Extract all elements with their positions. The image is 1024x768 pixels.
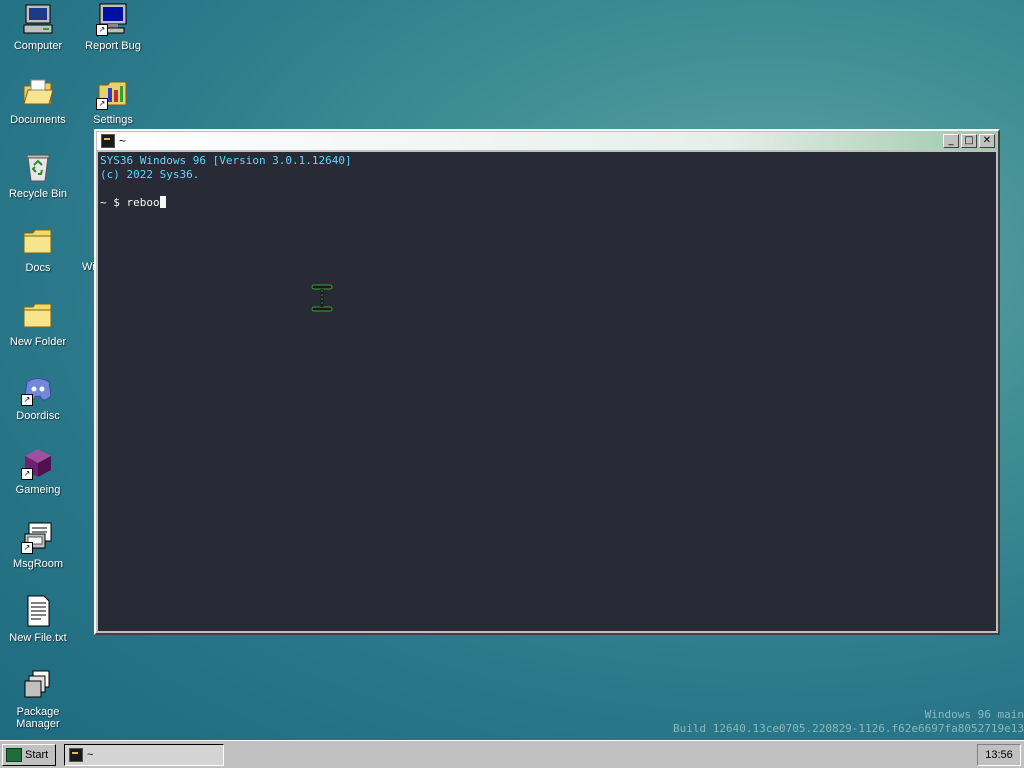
terminal-window[interactable]: ~ _ □ ✕ SYS36 Windows 96 [Version 3.0.1.… [94, 129, 1000, 635]
minimize-button[interactable]: _ [943, 134, 959, 148]
msgroom-icon: ↗ [21, 520, 55, 554]
terminal-copyright-line: (c) 2022 Sys36. [100, 168, 200, 181]
folder-icon [21, 298, 55, 332]
shortcut-arrow-icon: ↗ [21, 542, 33, 554]
start-button[interactable]: Start [2, 744, 56, 766]
monitor-icon: ↗ [96, 2, 130, 36]
desktop-icon-label: MsgRoom [12, 558, 64, 570]
terminal-version-line: SYS36 Windows 96 [Version 3.0.1.12640] [100, 154, 352, 167]
desktop-icon-label: New Folder [9, 336, 67, 348]
shortcut-arrow-icon: ↗ [96, 98, 108, 110]
close-button[interactable]: ✕ [979, 134, 995, 148]
build-watermark: Windows 96 main Build 12640.13ce0705.220… [624, 708, 1024, 736]
shortcut-arrow-icon: ↗ [21, 468, 33, 480]
desktop-icon-label: Package Manager [16, 706, 60, 730]
shortcut-arrow-icon: ↗ [96, 24, 108, 36]
terminal-output[interactable]: SYS36 Windows 96 [Version 3.0.1.12640] (… [98, 152, 996, 631]
desktop-icon-report-bug[interactable]: ↗ Report Bug [76, 2, 150, 72]
desktop-icon-label: Settings [93, 114, 133, 126]
desktop-icon-documents[interactable]: Documents [1, 76, 75, 146]
desktop-icon-doordisc[interactable]: ↗ Doordisc [1, 372, 75, 442]
folder-icon [21, 224, 55, 258]
desktop-icon-gameing[interactable]: ↗ Gameing [1, 446, 75, 516]
folder-open-icon [21, 76, 55, 110]
desktop-icon-new-file[interactable]: New File.txt [1, 594, 75, 664]
clock[interactable]: 13:56 [977, 744, 1021, 766]
desktop-icon-new-folder[interactable]: New Folder [1, 298, 75, 368]
taskbar: Start ~ 13:56 [0, 740, 1024, 768]
desktop-icon-label: Computer [13, 40, 63, 52]
discord-icon: ↗ [21, 372, 55, 406]
desktop: Computer ↗ Report Bug Documents ↗ Settin… [0, 0, 1024, 740]
computer-icon [21, 2, 55, 36]
desktop-icon-label: Gameing [15, 484, 61, 496]
desktop-icon-label: Doordisc [16, 410, 60, 422]
build-line-2: Build 12640.13ce0705.220829-1126.f62e669… [673, 722, 1024, 735]
desktop-icon-docs[interactable]: Docs [1, 224, 75, 294]
start-logo-icon [6, 748, 22, 762]
desktop-icon-label: Recycle Bin [8, 188, 68, 200]
text-cursor [159, 196, 166, 208]
desktop-icon-label: Documents [10, 114, 66, 126]
partial-icon-label: Wi [82, 261, 95, 273]
desktop-icon-recycle-bin[interactable]: Recycle Bin [1, 150, 75, 220]
maximize-button[interactable]: □ [961, 134, 977, 148]
terminal-icon [69, 748, 83, 762]
terminal-titlebar[interactable]: ~ _ □ ✕ [97, 132, 997, 150]
taskbar-item-label: ~ [87, 749, 94, 761]
desktop-icon-msgroom[interactable]: ↗ MsgRoom [1, 520, 75, 590]
taskbar-item-terminal[interactable]: ~ [64, 744, 224, 766]
desktop-icon-label: Report Bug [85, 40, 141, 52]
package-icon [21, 668, 55, 702]
ibeam-cursor-icon [311, 284, 333, 312]
terminal-title: ~ [119, 134, 127, 148]
start-label: Start [25, 749, 49, 761]
recycle-bin-icon [21, 150, 55, 184]
terminal-prompt: ~ $ [100, 196, 127, 209]
desktop-icon-label: New File.txt [9, 632, 67, 644]
terminal-prompt-line[interactable]: ~ $ reboo [100, 196, 994, 210]
shortcut-arrow-icon: ↗ [21, 394, 33, 406]
settings-icon: ↗ [96, 76, 130, 110]
desktop-icon-package-manager[interactable]: Package Manager [1, 668, 75, 738]
desktop-icon-computer[interactable]: Computer [1, 2, 75, 72]
desktop-icon-label: Docs [25, 262, 51, 274]
build-line-1: Windows 96 main [924, 708, 1024, 721]
terminal-input[interactable]: reboo [127, 196, 160, 209]
text-file-icon [21, 594, 55, 628]
terminal-icon [101, 134, 115, 148]
cube-icon: ↗ [21, 446, 55, 480]
